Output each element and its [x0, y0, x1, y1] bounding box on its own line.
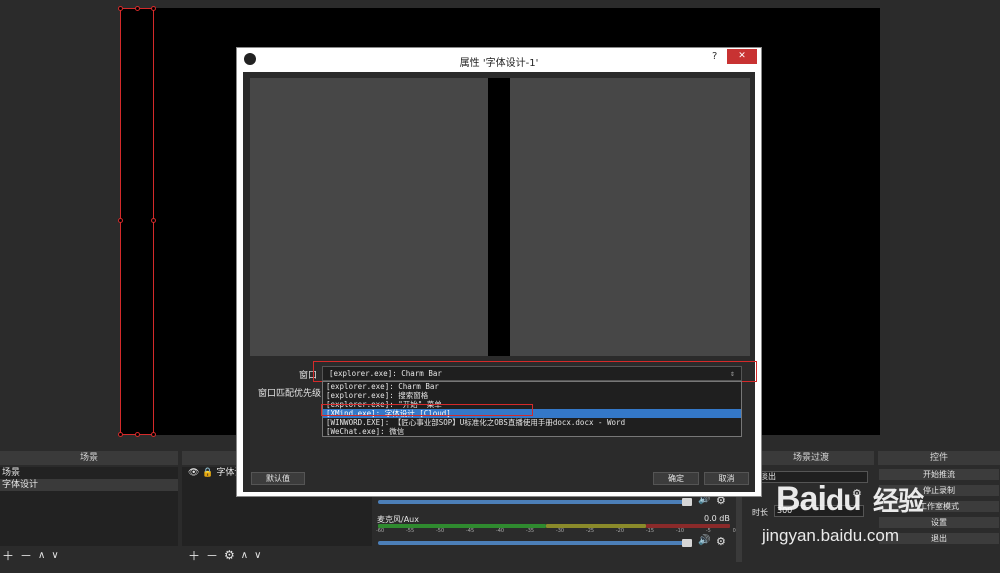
- dialog-body: 窗口 [explorer.exe]: Charm Bar ⇕ 窗口匹配优先级 […: [243, 72, 757, 492]
- resize-handle[interactable]: [151, 6, 156, 11]
- scenes-list[interactable]: 场景 字体设计: [0, 467, 178, 546]
- watermark-url: jingyan.baidu.com: [762, 526, 900, 545]
- source-bounding-box[interactable]: [118, 6, 156, 437]
- move-up-icon[interactable]: ∧: [241, 550, 248, 561]
- resize-handle[interactable]: [135, 6, 140, 11]
- resize-handle[interactable]: [151, 218, 156, 223]
- lock-icon[interactable]: 🔒: [202, 468, 213, 478]
- eye-icon[interactable]: 👁: [188, 468, 199, 478]
- priority-label: 窗口匹配优先级: [258, 389, 322, 399]
- transitions-header: 场景过渡: [748, 451, 874, 465]
- move-down-icon[interactable]: ∨: [51, 550, 58, 561]
- move-down-icon[interactable]: ∨: [254, 550, 261, 561]
- resize-handle[interactable]: [118, 432, 123, 437]
- remove-icon[interactable]: －: [20, 547, 32, 564]
- volume-knob[interactable]: [682, 498, 692, 506]
- mic-volume-slider[interactable]: [378, 541, 686, 545]
- meter-scale: -60 -55 -50 -45 -40 -35 -30 -25 -20 -15 -10 -5 0: [376, 528, 736, 534]
- scenes-toolbar: ＋ － ∧ ∨: [2, 547, 59, 564]
- cancel-button[interactable]: 取消: [704, 472, 749, 485]
- dialog-title: 属性 '字体设计-1': [459, 58, 539, 69]
- highlight-frame: [313, 361, 757, 382]
- selection-highlight-frame: [321, 404, 533, 416]
- scenes-header: 场景: [0, 451, 178, 465]
- resize-handle[interactable]: [151, 432, 156, 437]
- dialog-titlebar[interactable]: 属性 '字体设计-1' ? ✕: [237, 48, 761, 72]
- ok-button[interactable]: 确定: [653, 472, 699, 485]
- gear-icon[interactable]: ⚙: [716, 535, 726, 548]
- resize-handle[interactable]: [135, 432, 140, 437]
- scene-item-selected[interactable]: 字体设计: [0, 479, 178, 491]
- speaker-icon[interactable]: 🔊: [698, 535, 710, 546]
- close-icon[interactable]: ✕: [727, 49, 757, 64]
- db-value: 0.0 dB: [704, 514, 730, 523]
- controls-header: 控件: [878, 451, 1000, 465]
- help-icon[interactable]: ?: [712, 51, 717, 62]
- desktop-volume-slider[interactable]: [378, 500, 686, 504]
- dropdown-option[interactable]: [WeChat.exe]: 微信: [323, 427, 741, 436]
- properties-dialog: 属性 '字体设计-1' ? ✕ 窗口 [explorer.exe]: Charm…: [236, 47, 762, 497]
- scene-item[interactable]: 场景: [0, 467, 178, 479]
- move-up-icon[interactable]: ∧: [38, 550, 45, 561]
- volume-knob[interactable]: [682, 539, 692, 547]
- add-icon[interactable]: ＋: [2, 547, 14, 564]
- resize-handle[interactable]: [118, 218, 123, 223]
- gear-icon[interactable]: ⚙: [224, 548, 235, 562]
- dropdown-option[interactable]: [explorer.exe]: Charm Bar: [323, 382, 741, 391]
- duration-label: 时长: [752, 508, 768, 517]
- dropdown-option[interactable]: [WINWORD.EXE]: 【匠心事业部SOP】U标准化之OBS直播使用手册d…: [323, 418, 741, 427]
- resize-handle[interactable]: [118, 6, 123, 11]
- remove-icon[interactable]: －: [206, 547, 218, 564]
- dropdown-option[interactable]: [explorer.exe]: 搜索窗格: [323, 391, 741, 400]
- source-preview: [250, 78, 750, 356]
- baidu-logo: Baidu 经验: [776, 480, 924, 518]
- add-icon[interactable]: ＋: [188, 547, 200, 564]
- sources-toolbar: ＋ － ⚙ ∧ ∨: [188, 547, 261, 564]
- defaults-button[interactable]: 默认值: [251, 472, 305, 485]
- preview-bar: [488, 78, 510, 356]
